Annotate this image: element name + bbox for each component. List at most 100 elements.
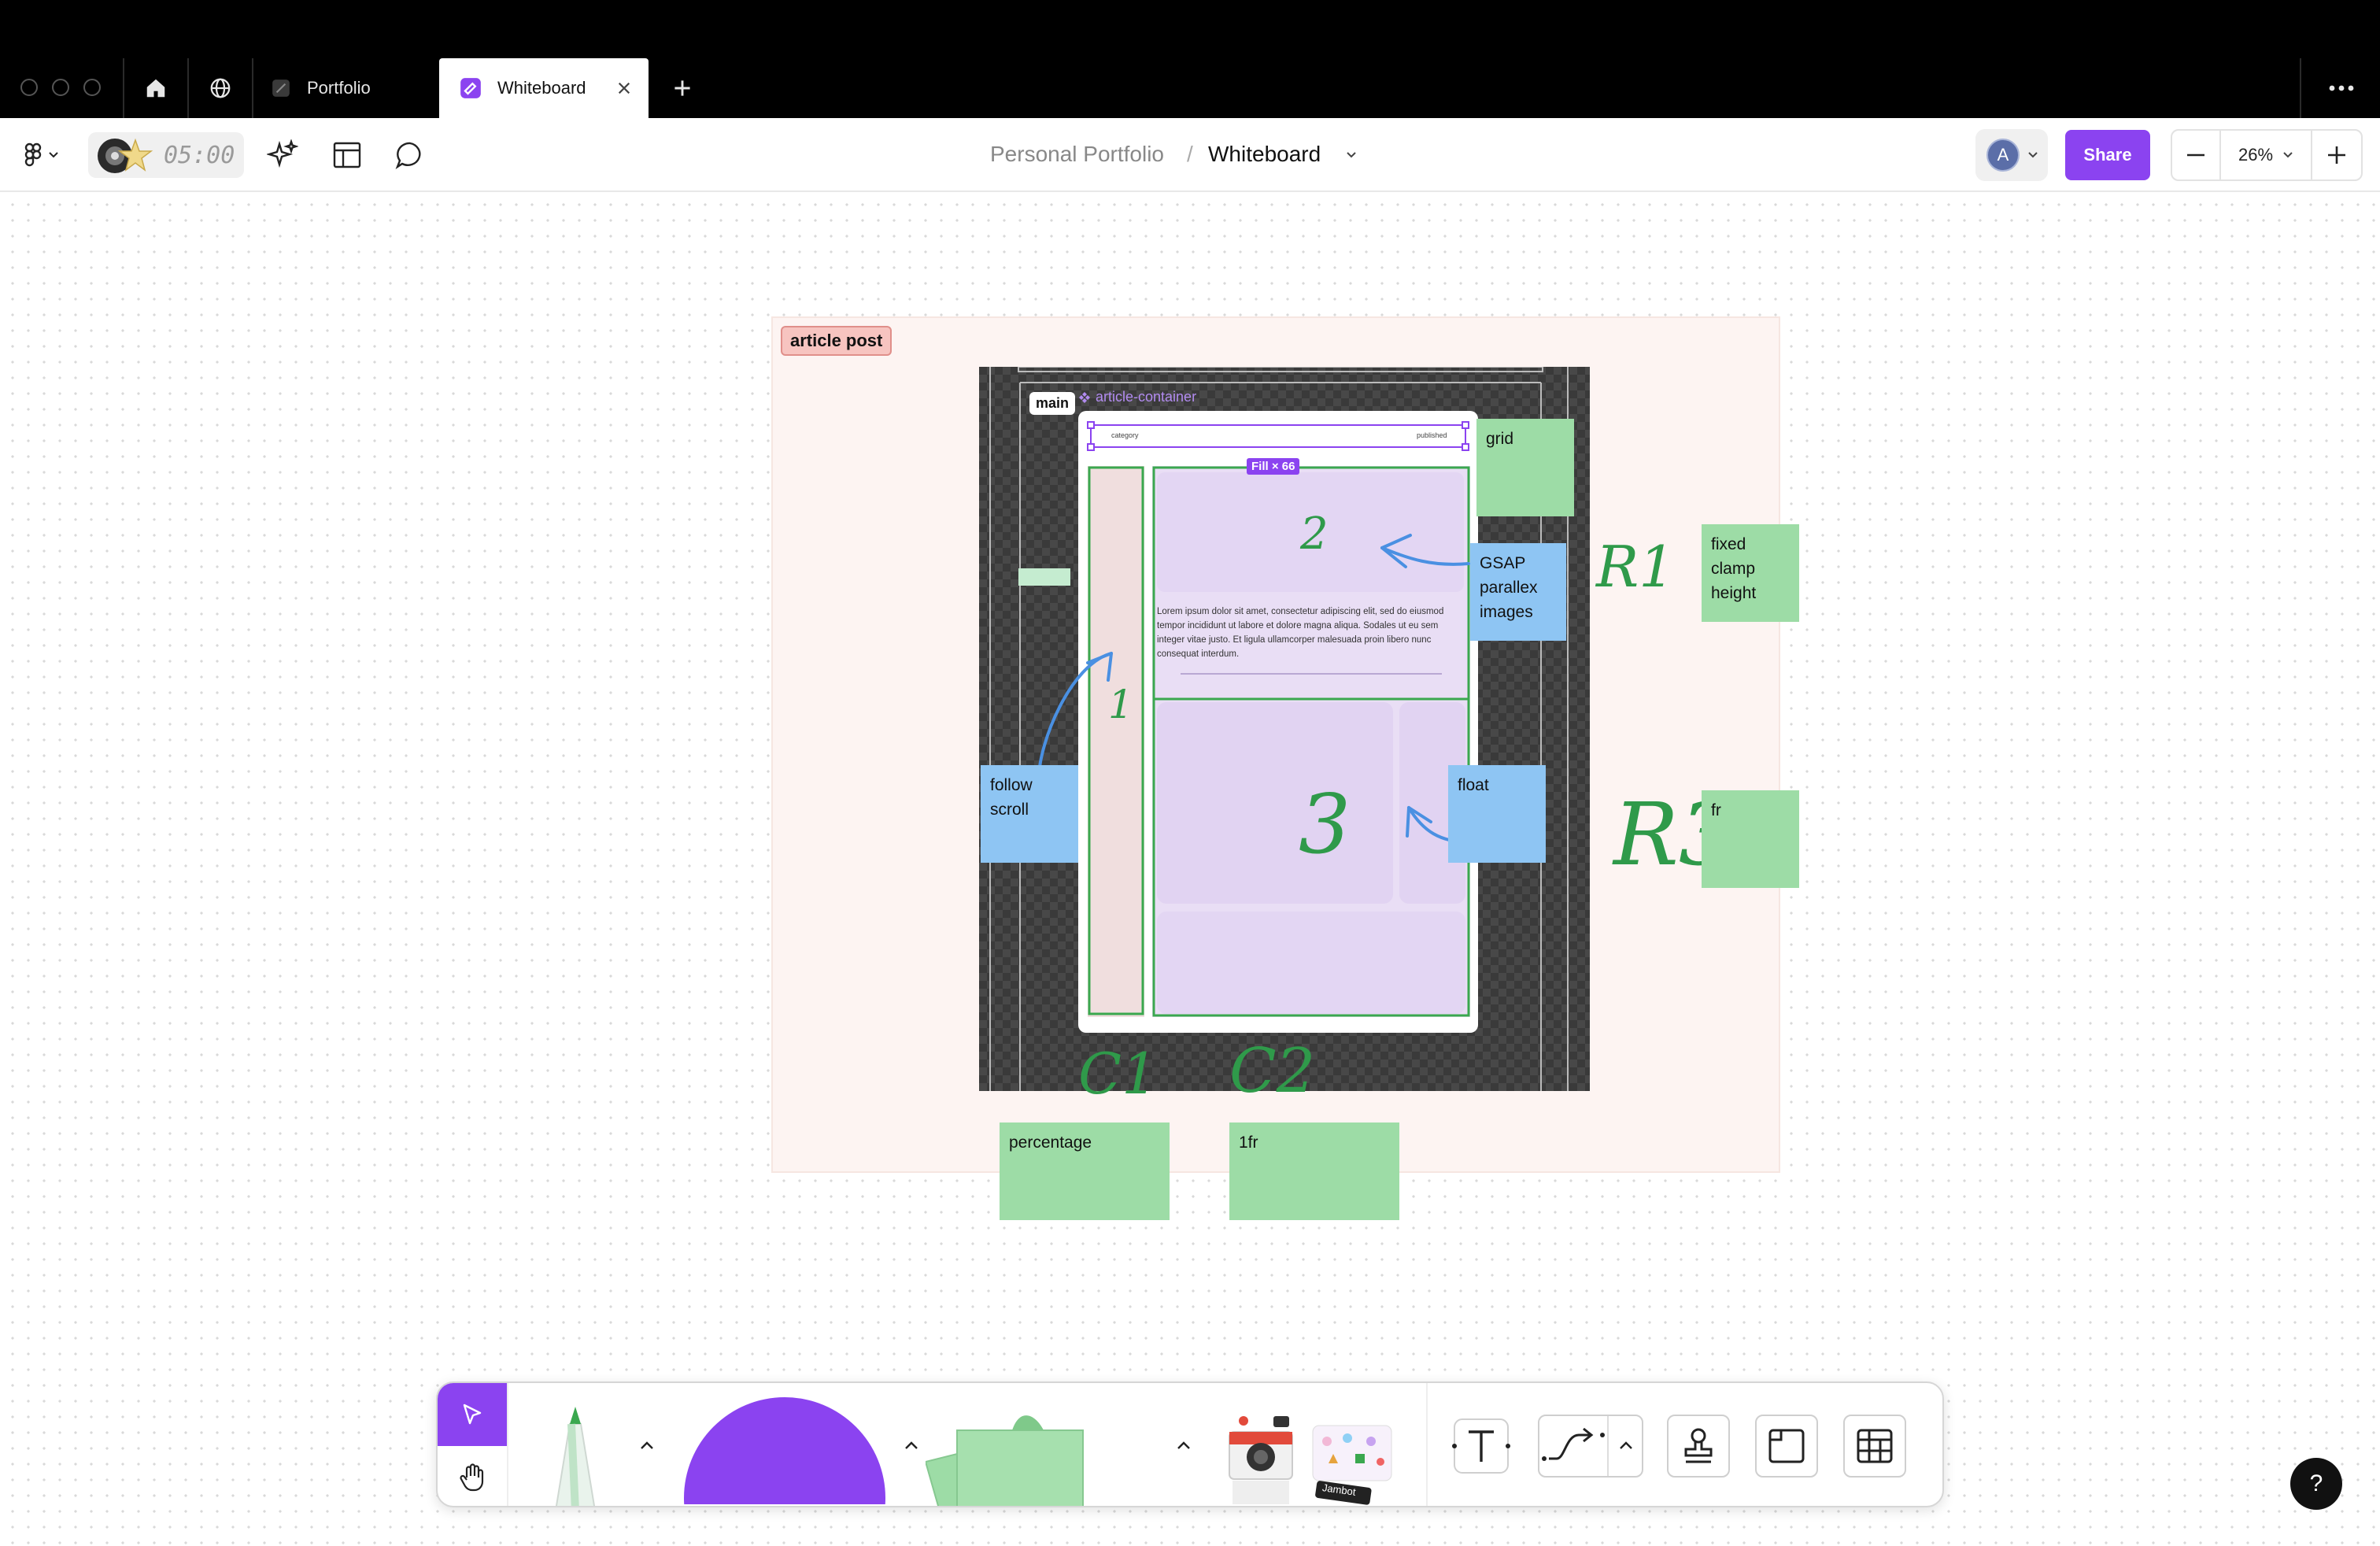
sticky-note-fr[interactable]: fr [1702,790,1799,888]
sparkle-icon [267,139,298,168]
home-button[interactable] [126,58,186,118]
cursor-arrow-icon [463,1404,482,1425]
divider [1426,1383,1428,1506]
design-file-icon [272,80,290,97]
tab-whiteboard[interactable]: Whiteboard [439,58,649,118]
maximize-window-button[interactable] [83,79,101,96]
main-tag[interactable]: main [1029,392,1076,415]
divider [123,58,124,118]
section-icon [1768,1429,1805,1463]
divider [187,58,189,118]
tab-label: Whiteboard [497,78,586,98]
shape-tool-icon[interactable] [682,1394,888,1504]
sticky-note-1fr[interactable]: 1fr [1229,1123,1399,1220]
chevron-up-icon[interactable] [1176,1440,1192,1451]
plus-icon [2328,146,2345,164]
close-tab-icon[interactable] [617,81,631,95]
component-icon [1079,391,1090,403]
chevron-up-icon[interactable] [1618,1440,1634,1451]
whiteboard-canvas[interactable]: article post main article-container cate… [0,192,2380,1546]
sticky-note-follow-scroll[interactable]: follow scroll [981,765,1078,863]
community-button[interactable] [190,58,250,118]
text-tool-button[interactable] [1450,1415,1513,1478]
component-label[interactable]: article-container [1078,389,1196,405]
connector-icon [1542,1427,1605,1461]
divider [2300,58,2301,118]
stickers-widgets-tool[interactable]: Jambot [1225,1413,1398,1506]
comments-button[interactable] [392,137,428,173]
sticky-note-percentage[interactable]: percentage [1000,1123,1170,1220]
chevron-up-icon[interactable] [904,1440,919,1451]
figma-logo-icon [24,142,42,167]
avatar-initial: A [1997,145,2009,165]
divider [1607,1416,1609,1476]
chevron-down-icon[interactable] [1346,151,1357,159]
plus-icon [674,80,690,96]
handwritten-label-c2: C2 [1229,1036,1316,1107]
move-tool-button[interactable] [438,1383,507,1446]
component-name: article-container [1096,389,1197,405]
breadcrumb-project[interactable]: Personal Portfolio [990,142,1164,167]
minus-icon [2187,153,2204,157]
share-button[interactable]: Share [2065,130,2150,180]
stamp-tool-button[interactable] [1667,1415,1730,1478]
new-tab-button[interactable] [663,58,702,118]
section-tool-button[interactable] [1755,1415,1818,1478]
ai-actions-button[interactable] [264,137,301,173]
handwritten-label-r1: R1 [1596,534,1676,600]
more-horizontal-icon [2329,85,2354,91]
help-label: ? [2309,1470,2323,1496]
header-category: category [1111,431,1139,439]
marker-tool-icon[interactable] [524,1400,626,1507]
help-button[interactable]: ? [2290,1458,2342,1510]
article-body-text: Lorem ipsum dolor sit amet, consectetur … [1157,607,1444,659]
zoom-level: 26% [2238,145,2274,165]
more-menu-button[interactable] [2322,58,2361,118]
timer-widget[interactable]: 05:00 [88,132,244,178]
camera-sticker-icon [1229,1416,1293,1504]
zoom-out-button[interactable] [2172,131,2221,179]
sticky-note-tool-icon[interactable] [926,1407,1162,1507]
chevron-down-icon [2283,152,2293,158]
handwritten-label-1: 1 [1108,682,1133,727]
file-toolbar: 05:00 Personal Portfolio / Whiteboard A … [0,118,2380,192]
breadcrumb-file-name[interactable]: Whiteboard [1208,142,1321,167]
zoom-level-dropdown[interactable]: 26% [2221,131,2312,179]
sticky-note-gsap-parallax[interactable]: GSAP parallex images [1470,543,1566,641]
divider [252,58,253,118]
header-published: published [1417,431,1447,439]
tab-portfolio[interactable]: Portfolio [271,58,436,118]
templates-button[interactable] [329,137,365,173]
creation-toolbar: Jambot [436,1381,1944,1507]
main-menu-button[interactable] [17,139,66,172]
sticky-note-fixed-clamp-height[interactable]: fixed clamp height [1702,524,1799,622]
sticky-note-float[interactable]: float [1448,765,1546,863]
chevron-up-icon[interactable] [639,1440,655,1451]
comment-icon [395,142,421,170]
tab-label: Portfolio [307,78,371,98]
chevron-down-icon [49,152,58,158]
handwritten-label-2: 2 [1300,509,1329,560]
zoom-in-button[interactable] [2312,131,2361,179]
breadcrumb-separator: / [1187,142,1193,166]
table-tool-button[interactable] [1843,1415,1906,1478]
chevron-down-icon [2028,152,2038,158]
stamp-icon [1684,1428,1713,1463]
fill-badge: Fill × 66 [1247,458,1300,475]
timer-display: 05:00 [164,142,235,169]
handwritten-label-c1: C1 [1078,1041,1158,1107]
close-window-button[interactable] [20,79,38,96]
table-icon [1857,1429,1893,1463]
sticky-note-grid[interactable]: grid [1476,419,1574,516]
whiteboard-file-icon [460,78,481,98]
layout-template-icon [333,142,361,168]
hand-tool-button[interactable] [438,1446,507,1506]
zoom-controls: 26% [2171,129,2363,181]
connector-tool-button[interactable] [1538,1415,1643,1478]
avatar: A [1986,139,2020,172]
section-label[interactable]: article post [781,326,893,356]
globe-icon [210,78,231,98]
multiplayer-avatar-button[interactable]: A [1975,129,2048,181]
divider [507,1383,508,1506]
minimize-window-button[interactable] [52,79,69,96]
